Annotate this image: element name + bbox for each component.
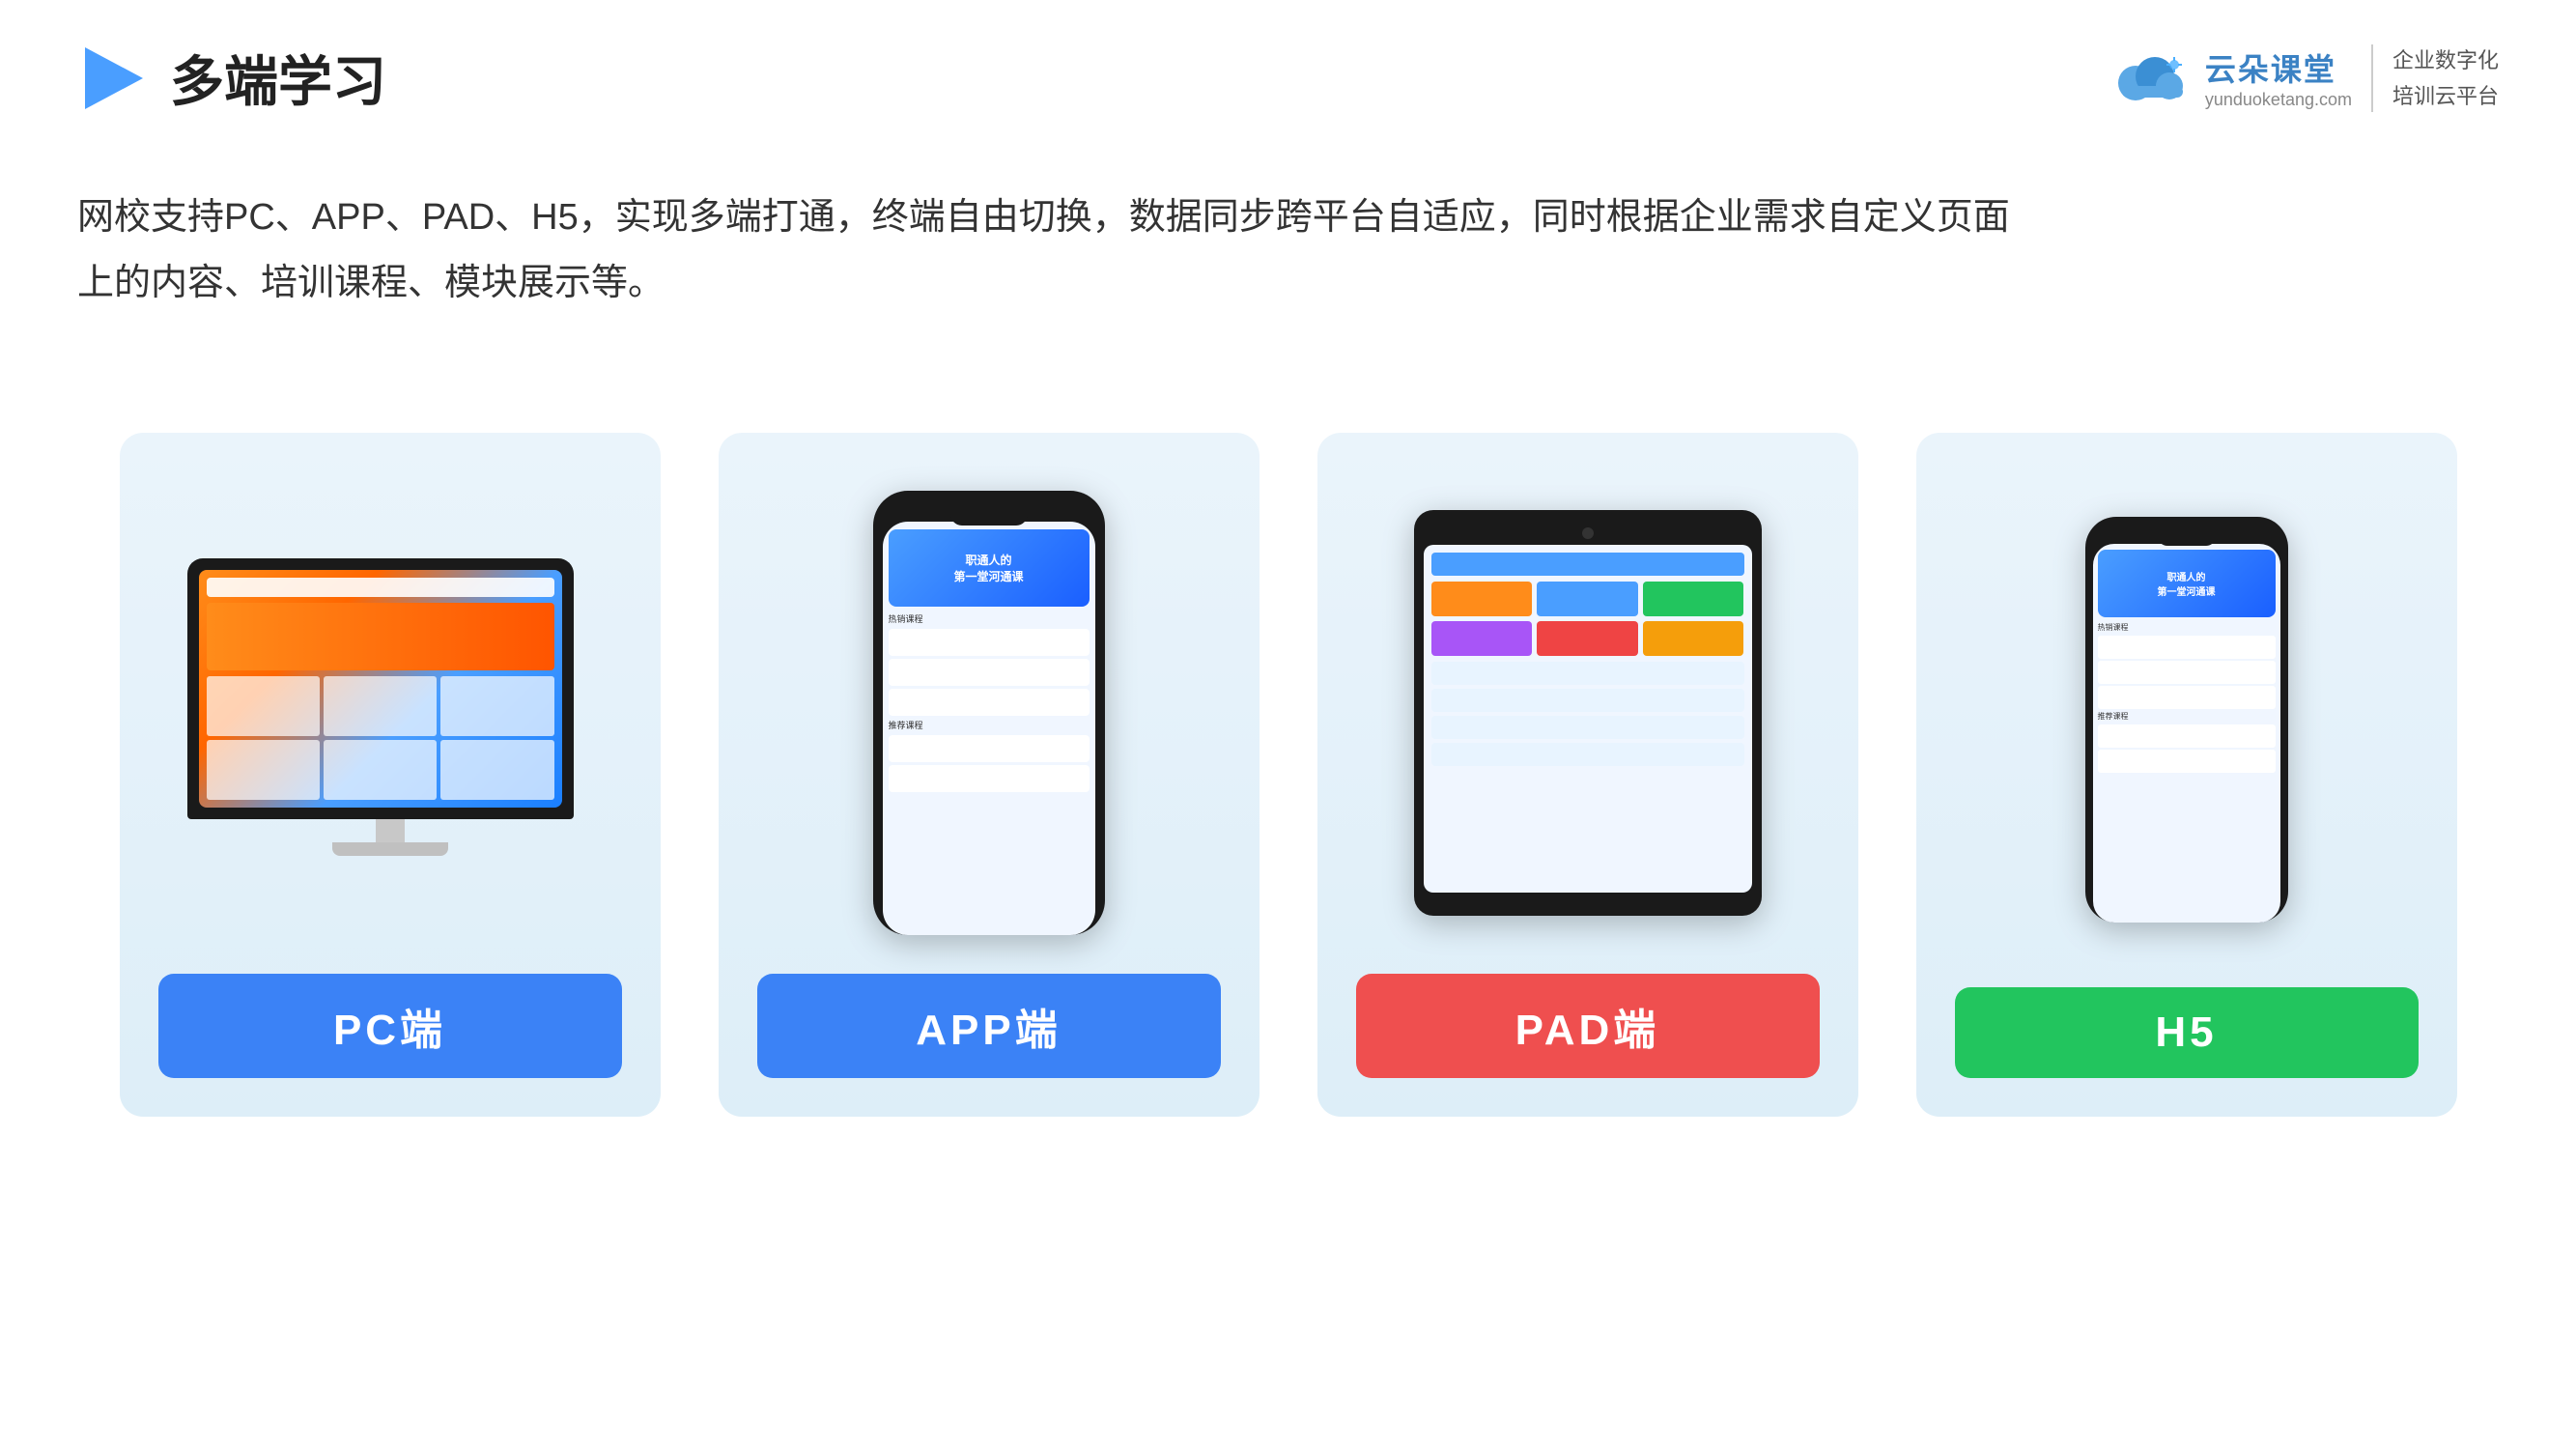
phone-small-screen: 职通人的第一堂河通课 热销课程 推荐课程 — [2093, 544, 2280, 923]
description-line1: 网校支持PC、APP、PAD、H5，实现多端打通，终端自由切换，数据同步跨平台自… — [77, 185, 2499, 250]
monitor-screen — [199, 570, 562, 808]
pad-card: PAD端 — [1317, 433, 1858, 1117]
pc-mockup — [187, 558, 593, 867]
brand-url: yunduoketang.com — [2205, 90, 2352, 110]
phone-screen: 职通人的第一堂河通课 热销课程 推荐课程 — [883, 522, 1095, 935]
phone-mockup: 职通人的第一堂河通课 热销课程 推荐课程 — [873, 491, 1105, 935]
brand-logo: 云朵课堂 yunduoketang.com 企业数字化 培训云平台 — [2107, 44, 2499, 112]
description-line2: 上的内容、培训课程、模块展示等。 — [77, 250, 2499, 316]
pad-label: PAD端 — [1356, 974, 1820, 1078]
app-image-area: 职通人的第一堂河通课 热销课程 推荐课程 — [873, 491, 1105, 935]
device-cards-section: PC端 职通人的第一堂河通课 热销课程 推荐课程 — [0, 375, 2576, 1175]
play-icon — [77, 43, 147, 113]
tablet-mockup — [1414, 510, 1762, 916]
page-header: 多端学习 云朵课堂 yunduoketang.com — [0, 0, 2576, 146]
pc-label: PC端 — [158, 974, 622, 1078]
app-label: APP端 — [757, 974, 1221, 1078]
h5-image-area: 职通人的第一堂河通课 热销课程 推荐课程 — [2085, 491, 2288, 949]
app-card: 职通人的第一堂河通课 热销课程 推荐课程 APP端 — [719, 433, 1260, 1117]
monitor-frame — [187, 558, 574, 819]
brand-name: 云朵课堂 — [2205, 45, 2352, 90]
vertical-divider — [2371, 44, 2373, 112]
brand-slogan: 企业数字化 培训云平台 — [2392, 44, 2499, 112]
cloud-icon — [2107, 49, 2194, 107]
cloud-logo-group: 云朵课堂 yunduoketang.com — [2107, 45, 2352, 110]
page-title: 多端学习 — [170, 39, 386, 117]
pc-card: PC端 — [120, 433, 661, 1117]
pad-image-area — [1414, 491, 1762, 935]
logo-left: 多端学习 — [77, 39, 386, 117]
h5-card: 职通人的第一堂河通课 热销课程 推荐课程 H5 — [1916, 433, 2457, 1117]
phone-small-mockup: 职通人的第一堂河通课 热销课程 推荐课程 — [2085, 517, 2288, 923]
description-section: 网校支持PC、APP、PAD、H5，实现多端打通，终端自由切换，数据同步跨平台自… — [0, 146, 2576, 336]
tablet-screen — [1424, 545, 1752, 893]
pc-image-area — [187, 491, 593, 935]
h5-label: H5 — [1955, 987, 2419, 1078]
brand-text-group: 云朵课堂 yunduoketang.com — [2205, 45, 2352, 110]
